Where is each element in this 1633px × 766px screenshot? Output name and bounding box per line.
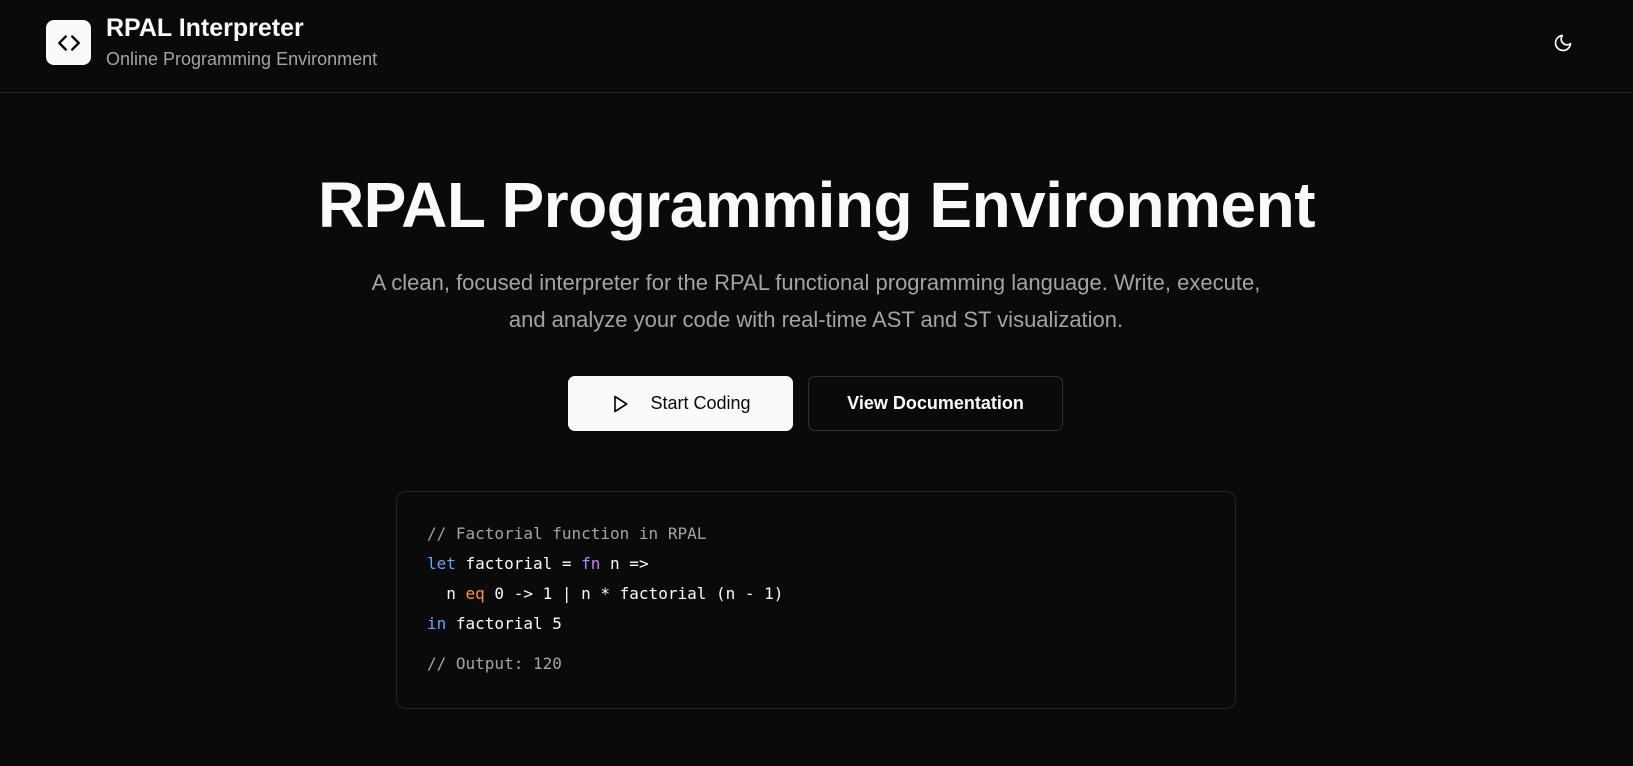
code-line-3: in factorial 5 bbox=[427, 614, 562, 633]
code-output-comment: // Output: 120 bbox=[427, 654, 562, 673]
code-brackets-icon bbox=[57, 34, 80, 51]
code-line-2: n eq 0 -> 1 | n * factorial (n - 1) bbox=[427, 584, 783, 603]
app-subtitle: Online Programming Environment bbox=[106, 49, 378, 69]
keyword-in: in bbox=[427, 614, 447, 633]
code-text: n => bbox=[600, 554, 649, 573]
start-coding-button[interactable]: Start Coding bbox=[568, 376, 793, 431]
view-documentation-label: View Documentation bbox=[847, 393, 1024, 413]
code-text: 0 -> 1 | n * factorial (n - 1) bbox=[484, 584, 784, 603]
hero-description: A clean, focused interpreter for the RPA… bbox=[371, 270, 1261, 332]
code-text: n bbox=[427, 584, 466, 603]
code-text: factorial = bbox=[455, 554, 582, 573]
code-text: factorial 5 bbox=[446, 614, 562, 633]
code-line-1: let factorial = fn n => bbox=[427, 554, 649, 573]
app-title: RPAL Interpreter bbox=[106, 14, 304, 42]
moon-icon bbox=[1554, 34, 1572, 52]
app-header: RPAL Interpreter Online Programming Envi… bbox=[0, 0, 1633, 93]
play-icon bbox=[610, 394, 630, 414]
keyword-eq: eq bbox=[465, 584, 485, 603]
start-coding-label: Start Coding bbox=[650, 393, 751, 413]
logo[interactable] bbox=[46, 20, 91, 65]
keyword-let: let bbox=[427, 554, 456, 573]
view-documentation-button[interactable]: View Documentation bbox=[808, 376, 1063, 431]
code-comment: // Factorial function in RPAL bbox=[427, 524, 707, 543]
theme-toggle-button[interactable] bbox=[1544, 24, 1582, 62]
keyword-fn: fn bbox=[581, 554, 601, 573]
hero-title: RPAL Programming Environment bbox=[317, 169, 1316, 241]
code-sample-card: // Factorial function in RPAL let factor… bbox=[396, 491, 1236, 709]
